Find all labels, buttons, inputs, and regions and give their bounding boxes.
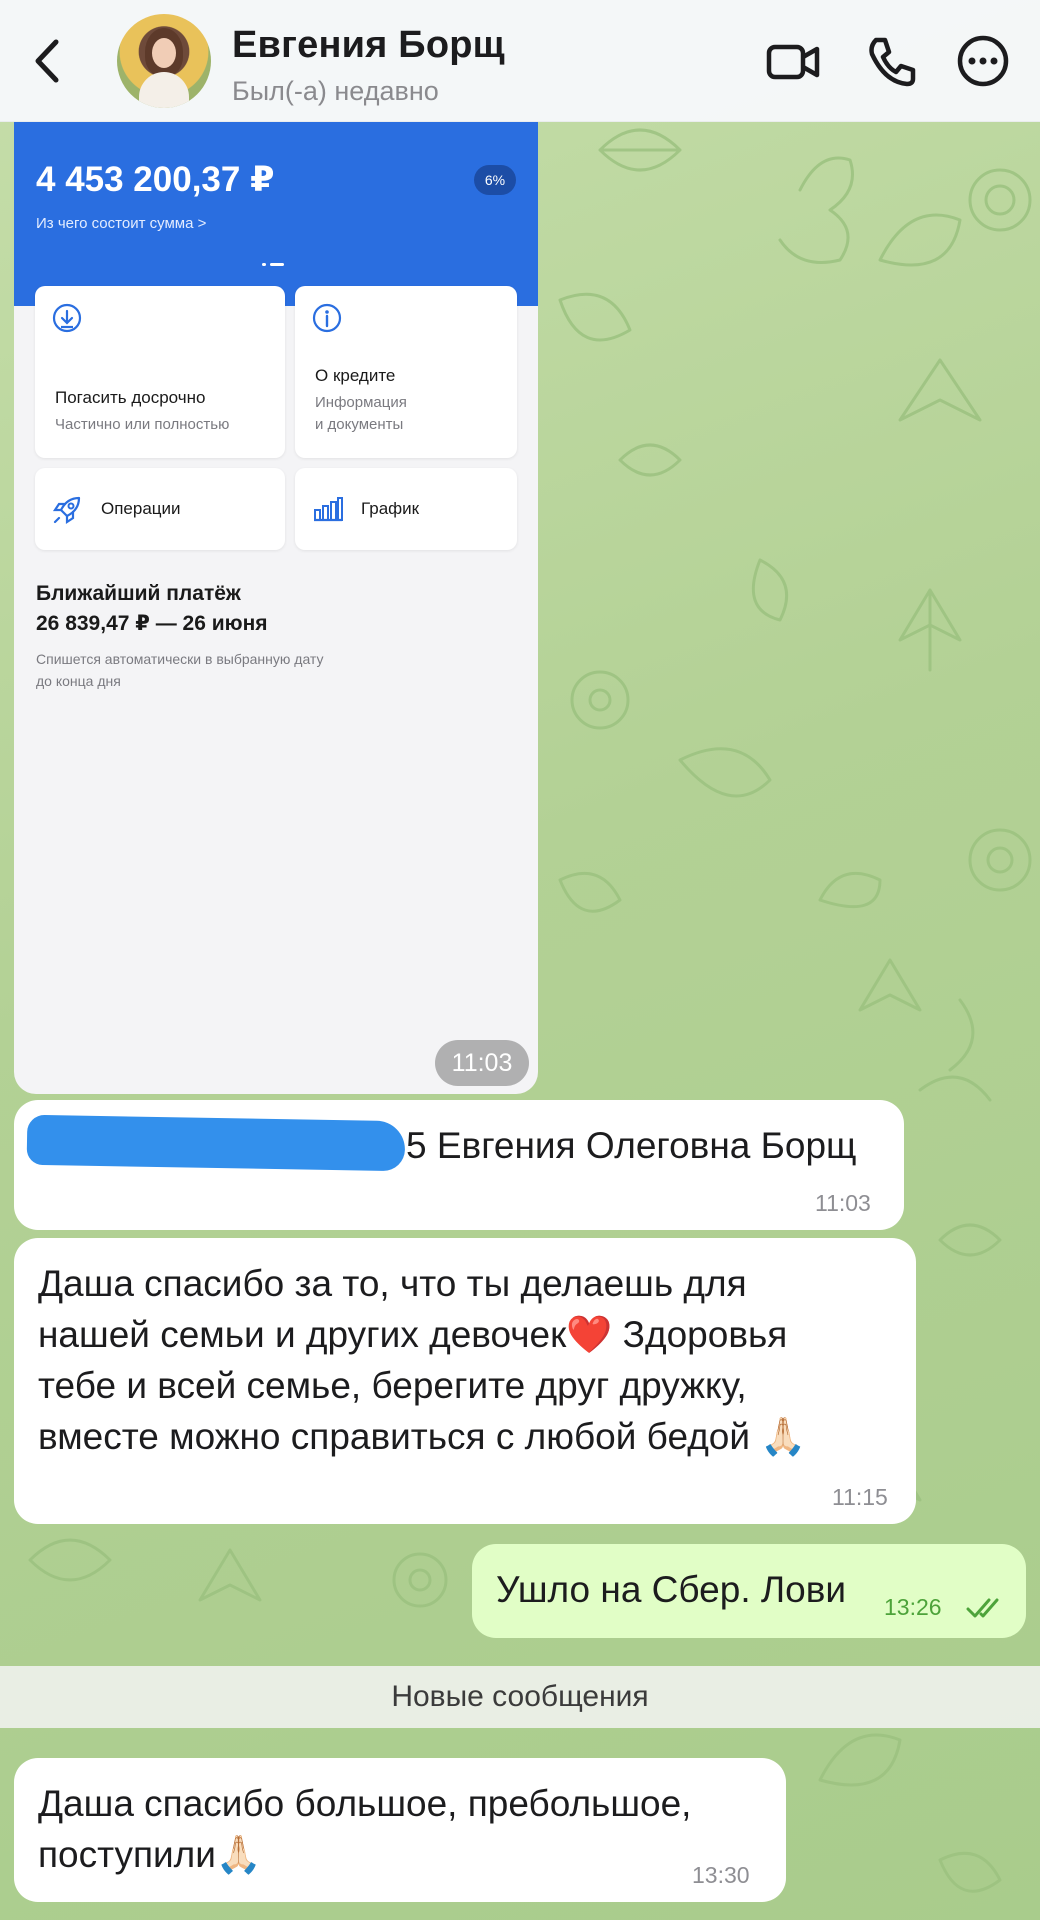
- message-time: 13:26: [884, 1594, 942, 1620]
- message-time: 11:15: [832, 1484, 888, 1510]
- download-icon: [52, 303, 82, 333]
- message-time: 11:03: [815, 1190, 871, 1216]
- operations-title: Операции: [101, 499, 181, 518]
- new-messages-divider: Новые сообщения: [0, 1666, 1040, 1728]
- contact-status: Был(-а) недавно: [232, 76, 439, 106]
- schedule-card: График: [295, 468, 517, 550]
- next-payment-note: Спишется автоматически в выбранную дату …: [36, 651, 324, 689]
- back-chevron-icon[interactable]: [28, 36, 68, 86]
- about-loan-title: О кредите: [315, 366, 396, 385]
- avatar[interactable]: [117, 14, 211, 108]
- rate-badge: 6%: [474, 165, 516, 195]
- contact-name[interactable]: Евгения Борщ: [232, 24, 505, 67]
- message-time: 11:03: [435, 1040, 529, 1086]
- message-bubble-incoming[interactable]: Даша спасибо большое, пребольшое, поступ…: [14, 1758, 786, 1902]
- message-text: Даша спасибо большое, пребольшое, поступ…: [38, 1783, 692, 1875]
- loan-summary-panel: 4 453 200,37 ₽ Из чего состоит сумма > 6…: [14, 122, 538, 306]
- repay-early-card: Погасить досрочно Частично или полностью: [35, 286, 285, 458]
- message-bubble-outgoing[interactable]: Ушло на Сбер. Лови 13:26: [472, 1544, 1026, 1638]
- page-indicator: [262, 263, 284, 266]
- about-loan-sub: Информация и документы: [315, 394, 407, 433]
- loan-amount: 4 453 200,37 ₽: [36, 160, 275, 199]
- message-time: 13:30: [692, 1862, 750, 1888]
- read-double-check-icon: [966, 1598, 999, 1618]
- repay-early-sub: Частично или полностью: [55, 416, 230, 433]
- next-payment-title: Ближайший платёж: [36, 582, 241, 605]
- message-bubble-incoming[interactable]: Даша спасибо за то, что ты делаешь для н…: [14, 1238, 916, 1524]
- info-icon: [312, 303, 342, 333]
- bar-chart-icon: [314, 497, 343, 522]
- message-text: Даша спасибо за то, что ты делаешь для н…: [38, 1263, 807, 1457]
- photo-message[interactable]: 4 453 200,37 ₽ Из чего состоит сумма > 6…: [14, 122, 538, 1094]
- repay-early-title: Погасить досрочно: [55, 388, 206, 407]
- amount-breakdown-link: Из чего состоит сумма >: [36, 215, 207, 232]
- rocket-icon: [52, 496, 81, 525]
- redaction-scribble: [26, 1114, 406, 1172]
- phone-icon[interactable]: [862, 32, 920, 90]
- next-payment-value: 26 839,47 ₽ — 26 июня: [36, 612, 268, 635]
- chat-header: Евгения Борщ Был(-а) недавно: [0, 0, 1040, 122]
- message-text: 5 Евгения Олеговна Борщ: [406, 1125, 857, 1166]
- about-loan-card: О кредите Информация и документы: [295, 286, 517, 458]
- schedule-title: График: [361, 499, 420, 518]
- message-text: Ушло на Сбер. Лови: [496, 1569, 847, 1610]
- more-icon[interactable]: [954, 32, 1012, 90]
- operations-card: Операции: [35, 468, 285, 550]
- video-call-icon[interactable]: [765, 32, 823, 90]
